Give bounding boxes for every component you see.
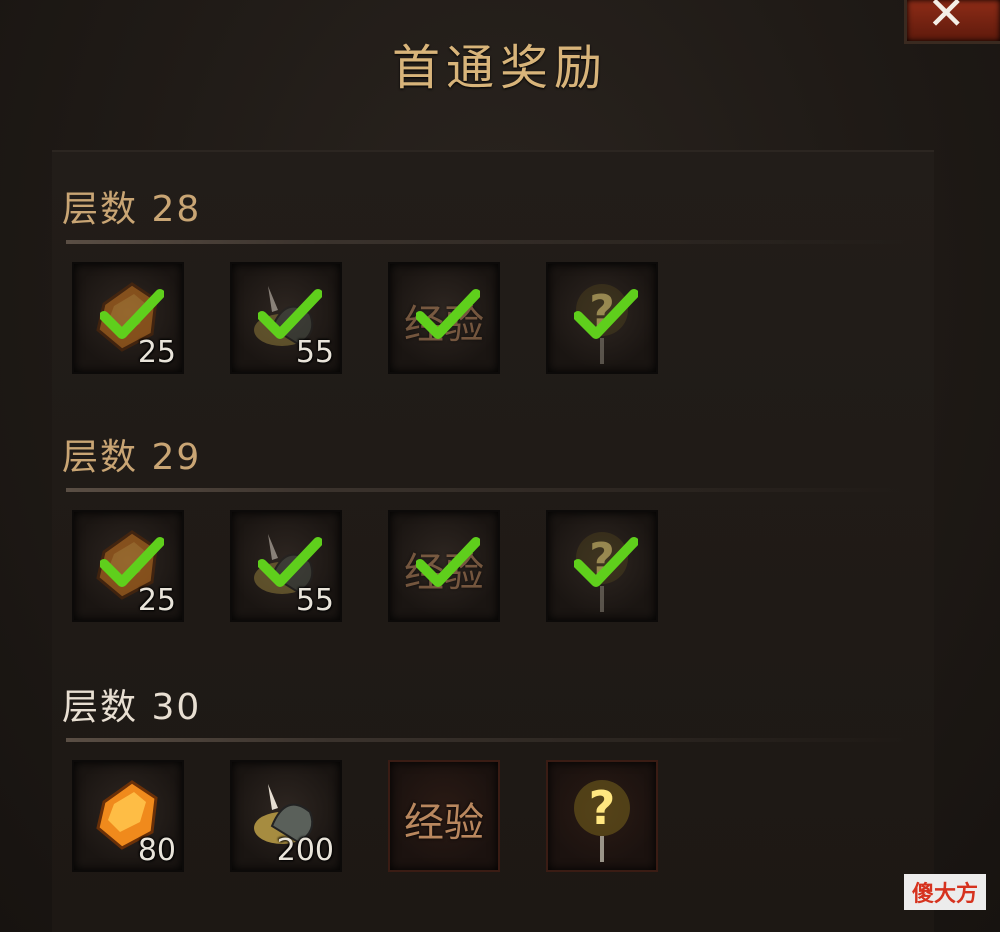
svg-text:?: ? (589, 781, 616, 835)
reward-quantity: 55 (295, 335, 334, 370)
reward-slot-armor[interactable]: 55 (230, 510, 342, 622)
reward-row: 25 55 经验 ? (72, 510, 672, 624)
section-divider (66, 738, 906, 742)
claimed-check-icon (574, 289, 638, 339)
claimed-check-icon (258, 289, 322, 339)
reward-slot-experience[interactable]: 经验 (388, 760, 500, 872)
reward-quantity: 80 (137, 833, 176, 868)
dialog-title: 首通奖励 (391, 40, 608, 96)
close-button[interactable]: ✕ (904, 0, 1000, 44)
reward-quantity: 25 (137, 335, 176, 370)
reward-row: 80 200 经验 ? (72, 760, 672, 874)
floor-label: 层数 29 (62, 437, 202, 478)
section-divider (66, 240, 906, 244)
claimed-check-icon (416, 289, 480, 339)
reward-slot-experience[interactable]: 经验 (388, 510, 500, 622)
close-icon: ✕ (927, 0, 966, 40)
reward-slot-armor[interactable]: 200 (230, 760, 342, 872)
floor-label: 层数 30 (62, 687, 202, 728)
experience-icon: 经验 (404, 800, 484, 846)
reward-slot-gem[interactable]: 80 (72, 760, 184, 872)
claimed-check-icon (100, 537, 164, 587)
reward-slot-gem[interactable]: 25 (72, 262, 184, 374)
reward-slot-mystery[interactable]: ? (546, 510, 658, 622)
claimed-check-icon (574, 537, 638, 587)
reward-quantity: 55 (295, 583, 334, 618)
mystery-reward-icon: ? (574, 780, 630, 862)
reward-slot-armor[interactable]: 55 (230, 262, 342, 374)
reward-slot-mystery[interactable]: ? (546, 262, 658, 374)
reward-slot-experience[interactable]: 经验 (388, 262, 500, 374)
reward-quantity: 25 (137, 583, 176, 618)
title-bar: 首通奖励 ✕ (0, 0, 1000, 140)
floor-label: 层数 28 (62, 189, 202, 230)
claimed-check-icon (258, 537, 322, 587)
reward-row: 25 55 经验 ? (72, 262, 672, 376)
reward-quantity: 200 (276, 833, 334, 868)
first-clear-rewards-window: 首通奖励 ✕ 层数 28 25 55 经验 ? 层数 29 25 55 经验 ?… (0, 0, 1000, 932)
claimed-check-icon (100, 289, 164, 339)
reward-slot-mystery[interactable]: ? (546, 760, 658, 872)
section-divider (66, 488, 906, 492)
reward-slot-gem[interactable]: 25 (72, 510, 184, 622)
claimed-check-icon (416, 537, 480, 587)
watermark: 傻大方 (903, 874, 986, 910)
